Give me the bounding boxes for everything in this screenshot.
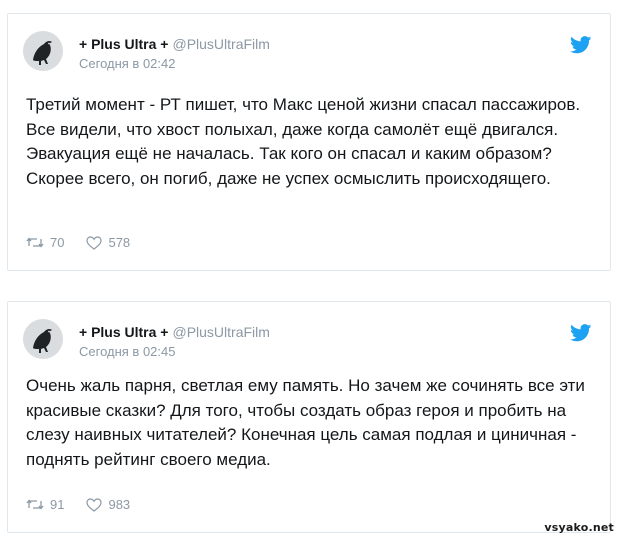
heart-icon <box>86 497 103 512</box>
like-count: 578 <box>108 235 131 250</box>
retweet-count: 70 <box>50 235 65 250</box>
retweet-icon <box>26 237 44 248</box>
retweet-button[interactable]: 70 <box>26 235 64 250</box>
tweet-actions: 91 983 <box>26 497 152 512</box>
avatar[interactable] <box>23 319 63 359</box>
user-handle[interactable]: @PlusUltraFilm <box>172 36 269 52</box>
crow-avatar-icon <box>23 31 63 71</box>
avatar[interactable] <box>23 31 63 71</box>
tweet-actions: 70 578 <box>26 235 152 250</box>
twitter-bird-icon[interactable] <box>570 324 592 342</box>
tweet-timestamp[interactable]: Сегодня в 02:45 <box>79 344 175 360</box>
user-handle[interactable]: @PlusUltraFilm <box>172 324 269 340</box>
like-count: 983 <box>108 497 131 512</box>
tweet-text: Очень жаль парня, светлая ему память. Но… <box>26 376 585 469</box>
retweet-button[interactable]: 91 <box>26 497 64 512</box>
like-button[interactable]: 983 <box>86 497 130 512</box>
tweet-screenshot-page: + Plus Ultra + @PlusUltraFilm Сегодня в 0… <box>0 0 620 540</box>
display-name[interactable]: + Plus Ultra + <box>79 324 168 340</box>
retweet-count: 91 <box>50 497 65 512</box>
author-row: + Plus Ultra + @PlusUltraFilm <box>79 324 270 341</box>
crow-avatar-icon <box>23 319 63 359</box>
tweet-text: Третий момент - РТ пишет, что Макс ценой… <box>26 95 581 188</box>
tweet-card: + Plus Ultra + @PlusUltraFilm Сегодня в 0… <box>7 13 611 271</box>
like-button[interactable]: 578 <box>86 235 130 250</box>
retweet-icon <box>26 499 44 510</box>
twitter-bird-icon[interactable] <box>570 36 592 54</box>
heart-icon <box>86 235 103 250</box>
tweet-card: + Plus Ultra + @PlusUltraFilm Сегодня в 0… <box>7 301 611 533</box>
site-watermark: vsyako.net <box>544 521 614 534</box>
tweet-timestamp[interactable]: Сегодня в 02:42 <box>79 56 175 72</box>
author-row: + Plus Ultra + @PlusUltraFilm <box>79 36 270 53</box>
display-name[interactable]: + Plus Ultra + <box>79 36 168 52</box>
